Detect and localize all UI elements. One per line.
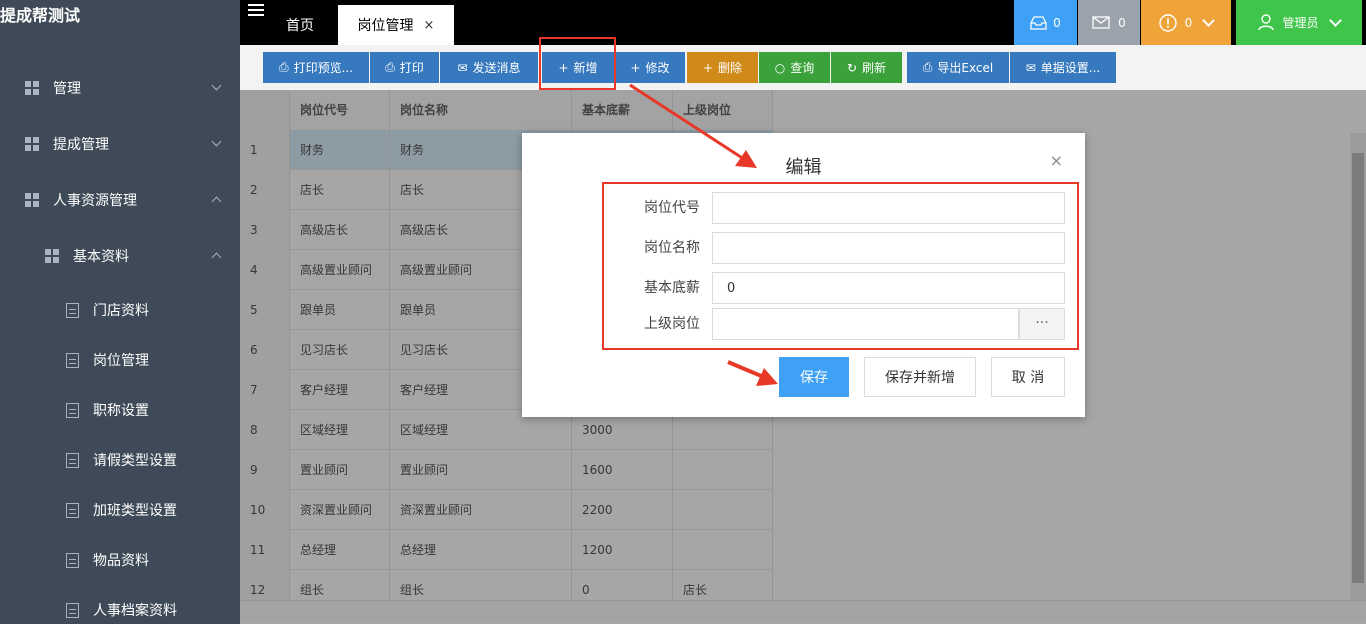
inbox-button[interactable]: 0 — [1014, 0, 1077, 45]
document-icon — [66, 352, 79, 368]
document-icon — [66, 402, 79, 418]
tab-close-icon[interactable]: × — [424, 18, 435, 33]
close-icon[interactable]: × — [1050, 151, 1063, 170]
button-label: 打印预览... — [293, 61, 354, 75]
document-icon — [66, 602, 79, 618]
toolbar: ⎙ 打印预览... ⎙ 打印 ✉ 发送消息 + 新增 + 修改 + 删除 ○ 查… — [240, 45, 1366, 90]
export-excel-button[interactable]: ⎙ 导出Excel — [907, 52, 1009, 83]
user-icon — [1258, 14, 1275, 31]
grid-icon — [25, 81, 39, 95]
sidebar-item-leave-type[interactable]: 请假类型设置 — [0, 440, 240, 480]
printer-icon: ⎙ — [385, 60, 395, 74]
highlight-box-add-button — [539, 37, 616, 90]
edit-button[interactable]: + 修改 — [615, 52, 685, 83]
sidebar-menu-hr[interactable]: 人事资源管理 — [0, 180, 240, 220]
delete-button[interactable]: + 删除 — [687, 52, 758, 83]
sidebar-submenu-basic[interactable]: 基本资料 — [0, 236, 240, 276]
tab-home[interactable]: 首页 — [270, 5, 330, 45]
plus-icon: + — [702, 60, 714, 75]
alert-button[interactable]: 0 — [1141, 0, 1231, 45]
sidebar-item-label: 请假类型设置 — [93, 453, 177, 469]
button-label: 删除 — [718, 61, 743, 75]
sidebar-item-hr-archive[interactable]: 人事档案资料 — [0, 590, 240, 624]
user-name: 管理员 — [1282, 16, 1319, 30]
button-label: 查询 — [790, 61, 815, 75]
document-settings-button[interactable]: ✉ 单据设置... — [1010, 52, 1116, 83]
sidebar-menu-label: 人事资源管理 — [53, 193, 137, 209]
grid-icon — [25, 137, 39, 151]
tab-label: 首页 — [286, 18, 314, 34]
printer-icon: ⎙ — [922, 60, 933, 74]
sidebar-item-title[interactable]: 职称设置 — [0, 390, 240, 430]
sidebar-item-label: 加班类型设置 — [93, 503, 177, 519]
user-menu-button[interactable]: 管理员 — [1236, 0, 1362, 45]
mail-icon — [1092, 16, 1110, 29]
refresh-button[interactable]: ↻ 刷新 — [831, 52, 902, 83]
search-icon: ○ — [774, 60, 786, 75]
sidebar-menu-label: 提成管理 — [53, 137, 109, 153]
sidebar-item-position[interactable]: 岗位管理 — [0, 340, 240, 380]
document-icon — [66, 502, 79, 518]
mail-count: 0 — [1118, 15, 1126, 30]
sidebar-item-label: 物品资料 — [93, 553, 149, 569]
mail-icon: ✉ — [1025, 60, 1036, 75]
highlight-box-form-fields — [602, 182, 1079, 350]
chevron-up-icon — [211, 252, 222, 263]
chevron-down-icon — [1202, 14, 1216, 27]
button-label: 打印 — [399, 61, 424, 75]
sidebar-item-goods[interactable]: 物品资料 — [0, 540, 240, 580]
sidebar-item-label: 职称设置 — [93, 403, 149, 419]
sidebar-menu-label: 管理 — [53, 81, 81, 97]
chevron-down-icon — [211, 136, 222, 147]
button-label: 导出Excel — [937, 61, 994, 75]
save-and-add-button[interactable]: 保存并新增 — [864, 357, 976, 397]
document-icon — [66, 302, 79, 318]
document-icon — [66, 552, 79, 568]
sidebar-item-label: 门店资料 — [93, 303, 149, 319]
sidebar-item-overtime-type[interactable]: 加班类型设置 — [0, 490, 240, 530]
chevron-up-icon — [211, 196, 222, 207]
sidebar-menu-manage[interactable]: 管理 — [0, 68, 240, 108]
menu-toggle-icon[interactable] — [248, 4, 264, 18]
sidebar-item-store[interactable]: 门店资料 — [0, 290, 240, 330]
printer-icon: ⎙ — [278, 60, 289, 74]
sidebar: 提成帮测试 管理 提成管理 人事资源管理 基本资料 门店资料 岗位管理 职称设置… — [0, 0, 240, 624]
sidebar-menu-commission[interactable]: 提成管理 — [0, 124, 240, 164]
mail-icon: ✉ — [457, 60, 468, 75]
mail-button[interactable]: 0 — [1078, 0, 1140, 45]
save-button[interactable]: 保存 — [779, 357, 849, 397]
print-button[interactable]: ⎙ 打印 — [370, 52, 439, 83]
document-icon — [66, 452, 79, 468]
print-preview-button[interactable]: ⎙ 打印预览... — [263, 52, 369, 83]
refresh-icon: ↻ — [846, 60, 858, 75]
chevron-down-icon — [211, 80, 222, 91]
plus-icon: + — [630, 60, 641, 75]
alert-count: 0 — [1184, 15, 1193, 30]
button-label: 刷新 — [862, 61, 887, 75]
sidebar-item-label: 岗位管理 — [93, 353, 149, 369]
inbox-icon — [1030, 15, 1047, 30]
grid-icon — [45, 249, 59, 263]
button-label: 修改 — [645, 61, 670, 75]
sidebar-submenu-label: 基本资料 — [73, 249, 129, 265]
chevron-down-icon — [1328, 14, 1342, 27]
top-bar: 首页 岗位管理 × 0 0 0 管理员 — [240, 0, 1366, 45]
inbox-count: 0 — [1053, 15, 1061, 30]
tab-label: 岗位管理 — [357, 18, 414, 34]
query-button[interactable]: ○ 查询 — [759, 52, 830, 83]
button-label: 单据设置... — [1040, 61, 1101, 75]
send-message-button[interactable]: ✉ 发送消息 — [440, 52, 538, 83]
grid-icon — [25, 193, 39, 207]
brand-title: 提成帮测试 — [0, 6, 81, 25]
tab-position-management[interactable]: 岗位管理 × — [338, 5, 454, 45]
sidebar-item-label: 人事档案资料 — [93, 603, 177, 619]
dialog-title: 编辑 — [785, 157, 822, 178]
app-root: 提成帮测试 管理 提成管理 人事资源管理 基本资料 门店资料 岗位管理 职称设置… — [0, 0, 1366, 624]
button-label: 发送消息 — [472, 61, 521, 75]
cancel-button[interactable]: 取 消 — [991, 357, 1065, 397]
alert-icon — [1158, 13, 1177, 32]
